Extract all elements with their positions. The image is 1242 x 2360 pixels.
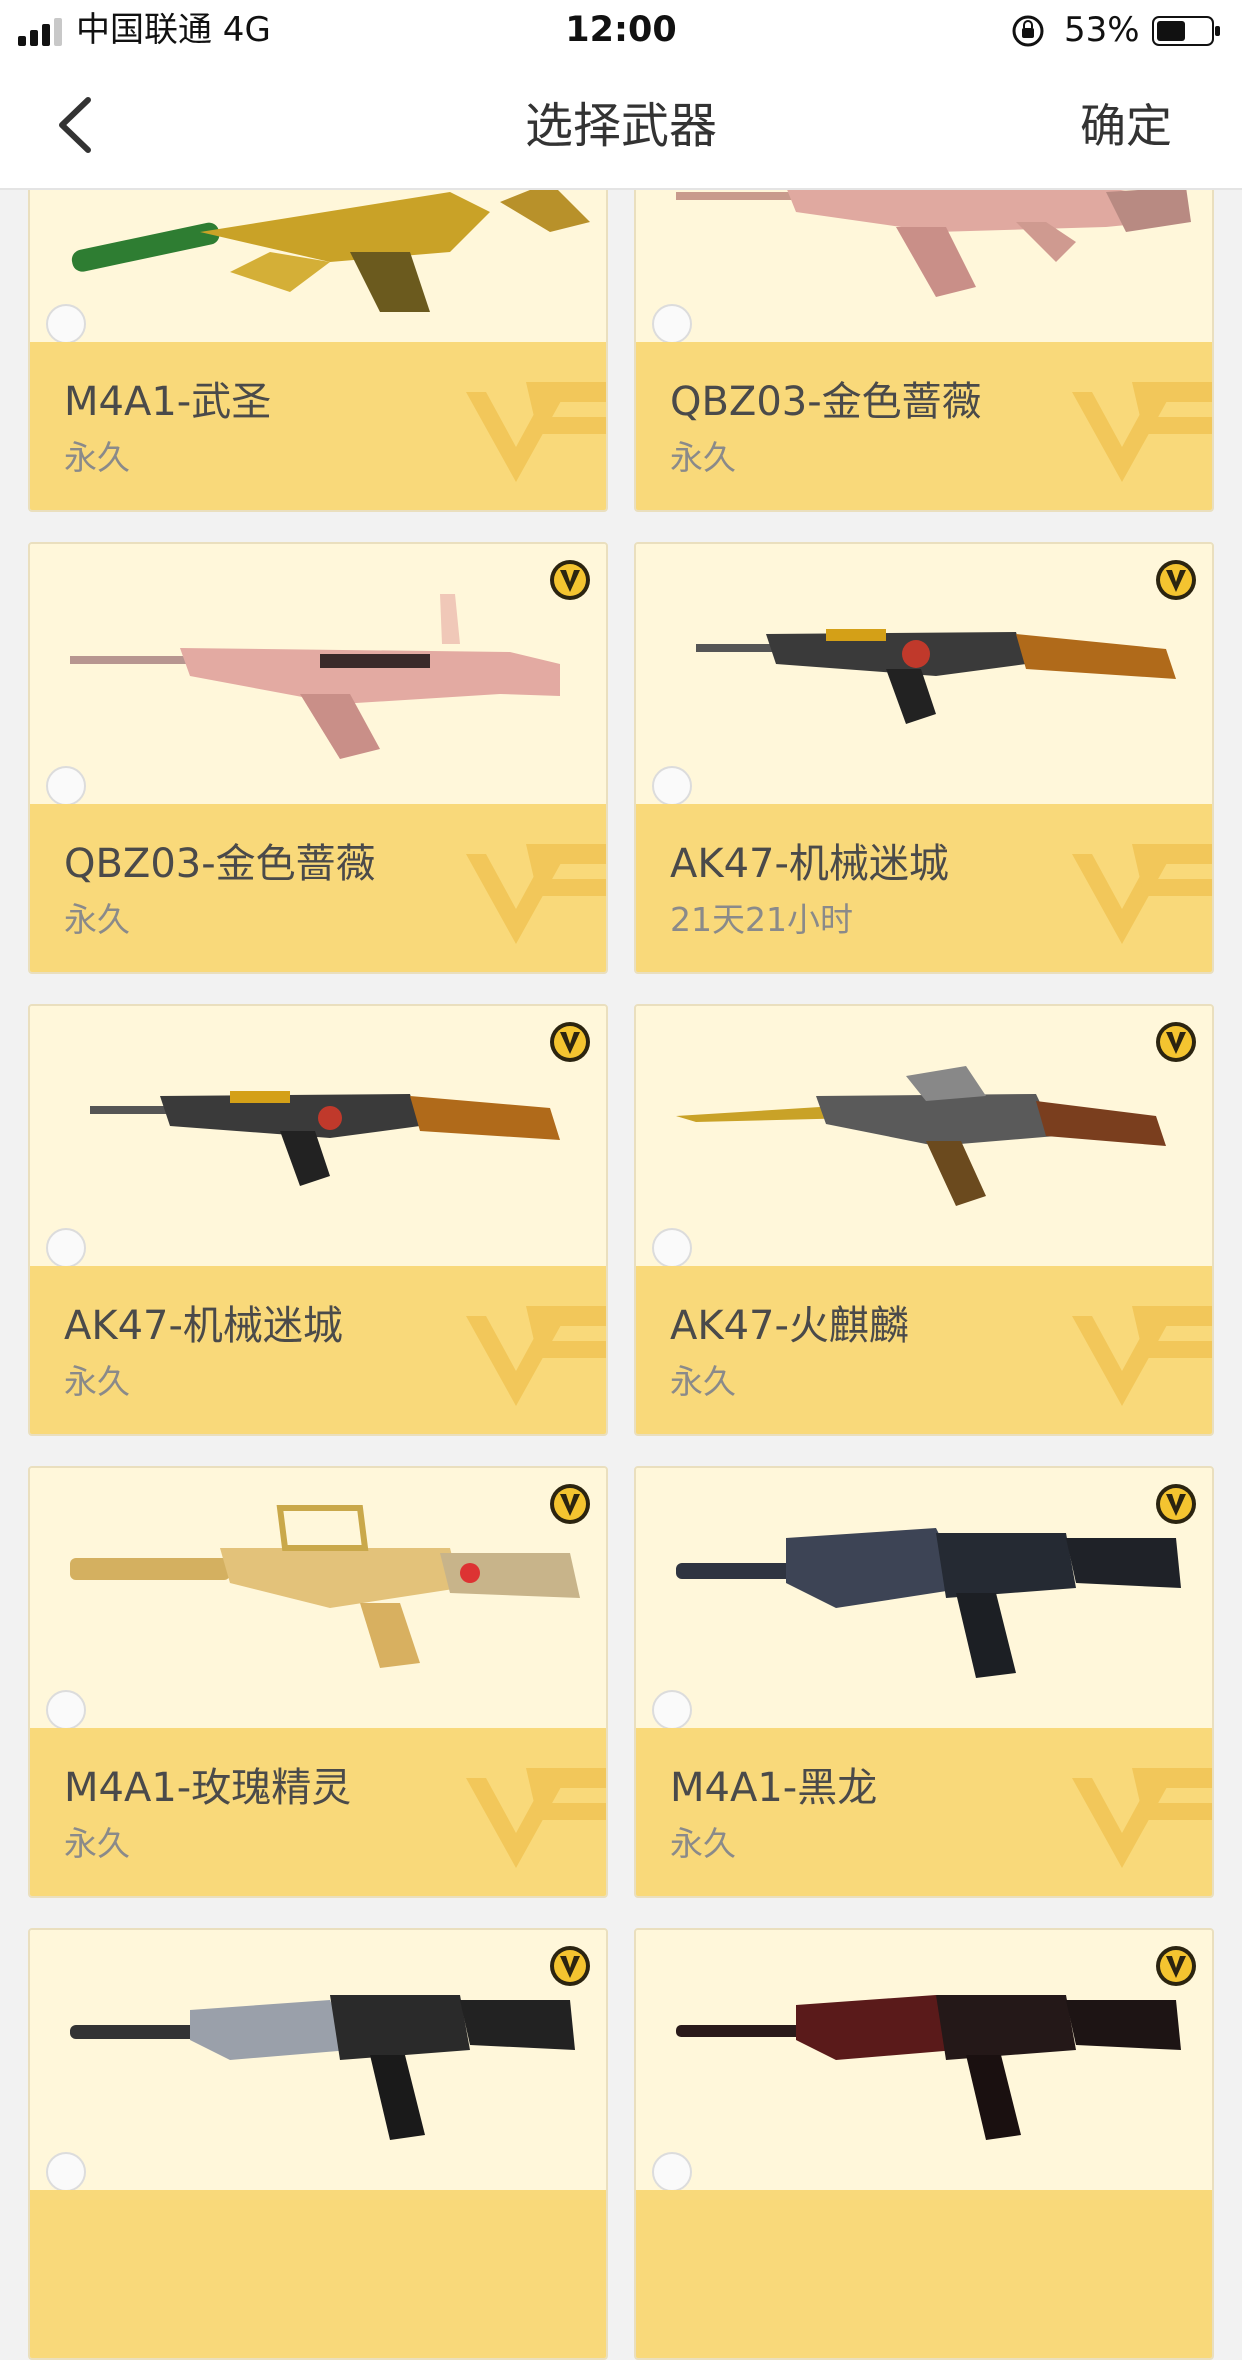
cf-logo-icon [1072, 844, 1212, 944]
weapon-card[interactable] [28, 1928, 608, 2360]
v-badge-icon [550, 560, 590, 600]
weapon-card[interactable]: M4A1-玫瑰精灵 永久 [28, 1466, 608, 1898]
weapon-name: QBZ03-金色蔷薇 [670, 379, 982, 425]
page-title: 选择武器 [524, 98, 717, 154]
v-badge-icon [1156, 560, 1196, 600]
cf-logo-icon [466, 844, 606, 944]
card-footer [30, 2190, 606, 2358]
cf-logo-icon [1072, 1306, 1212, 1406]
weapon-image [30, 1468, 606, 1728]
clock: 12:00 [565, 10, 677, 50]
weapon-name: AK47-机械迷城 [64, 1303, 343, 1349]
card-footer [636, 2190, 1212, 2358]
weapon-duration: 永久 [64, 1362, 130, 1401]
v-badge-icon [1156, 1022, 1196, 1062]
rotation-lock-icon [1012, 15, 1044, 47]
select-radio[interactable] [652, 1228, 692, 1268]
v-badge-icon [1156, 1946, 1196, 1986]
weapon-image [636, 1930, 1212, 2190]
weapon-image [30, 544, 606, 804]
status-bar: 中国联通 4G 12:00 53% [0, 0, 1242, 62]
weapon-card[interactable]: QBZ03-金色蔷薇 永久 [28, 542, 608, 974]
cf-logo-icon [1072, 382, 1212, 482]
select-radio[interactable] [46, 2152, 86, 2192]
weapon-duration: 永久 [64, 900, 130, 939]
cf-logo-icon [466, 1768, 606, 1868]
weapon-duration: 永久 [670, 438, 736, 477]
v-badge-icon [550, 1484, 590, 1524]
weapon-name: M4A1-武圣 [64, 379, 272, 425]
weapon-duration: 永久 [670, 1362, 736, 1401]
weapon-name: AK47-火麒麟 [670, 1303, 909, 1349]
select-radio[interactable] [46, 1228, 86, 1268]
card-footer: QBZ03-金色蔷薇 永久 [30, 804, 606, 972]
weapon-image [636, 544, 1212, 804]
cf-logo-icon [466, 1306, 606, 1406]
select-radio[interactable] [652, 1690, 692, 1730]
weapon-duration: 21天21小时 [670, 900, 853, 939]
weapon-card[interactable]: AK47-机械迷城 永久 [28, 1004, 608, 1436]
weapon-duration: 永久 [64, 1824, 130, 1863]
card-footer: AK47-机械迷城 永久 [30, 1266, 606, 1434]
select-radio[interactable] [652, 2152, 692, 2192]
weapon-image [636, 1006, 1212, 1266]
weapon-image [30, 1006, 606, 1266]
weapon-card[interactable]: M4A1-黑龙 永久 [634, 1466, 1214, 1898]
weapon-card[interactable]: AK47-机械迷城 21天21小时 [634, 542, 1214, 974]
battery-icon [1152, 16, 1220, 46]
weapon-name: QBZ03-金色蔷薇 [64, 841, 376, 887]
weapon-duration: 永久 [64, 438, 130, 477]
select-radio[interactable] [652, 766, 692, 806]
weapon-card[interactable]: AK47-火麒麟 永久 [634, 1004, 1214, 1436]
card-footer: M4A1-玫瑰精灵 永久 [30, 1728, 606, 1896]
weapon-name: AK47-机械迷城 [670, 841, 949, 887]
v-badge-icon [1156, 1484, 1196, 1524]
nav-bar: 选择武器 确定 [0, 62, 1242, 190]
weapon-image [30, 1930, 606, 2190]
select-radio[interactable] [46, 1690, 86, 1730]
select-radio[interactable] [652, 304, 692, 344]
v-badge-icon [550, 1022, 590, 1062]
weapon-card[interactable] [634, 1928, 1214, 2360]
weapon-duration: 永久 [670, 1824, 736, 1863]
card-footer: QBZ03-金色蔷薇 永久 [636, 342, 1212, 510]
weapon-name: M4A1-黑龙 [670, 1765, 878, 1811]
confirm-button[interactable]: 确定 [1080, 96, 1172, 156]
weapon-grid: M4A1-武圣 永久 QBZ03-金色蔷薇 永久 QBZ03-金色蔷薇 永久 A… [0, 0, 1242, 2360]
card-footer: AK47-机械迷城 21天21小时 [636, 804, 1212, 972]
card-footer: AK47-火麒麟 永久 [636, 1266, 1212, 1434]
battery-percent: 53% [1064, 10, 1140, 50]
card-footer: M4A1-黑龙 永久 [636, 1728, 1212, 1896]
weapon-image [636, 1468, 1212, 1728]
cf-logo-icon [466, 382, 606, 482]
select-radio[interactable] [46, 766, 86, 806]
cf-logo-icon [1072, 1768, 1212, 1868]
v-badge-icon [550, 1946, 590, 1986]
card-footer: M4A1-武圣 永久 [30, 342, 606, 510]
select-radio[interactable] [46, 304, 86, 344]
weapon-name: M4A1-玫瑰精灵 [64, 1765, 352, 1811]
